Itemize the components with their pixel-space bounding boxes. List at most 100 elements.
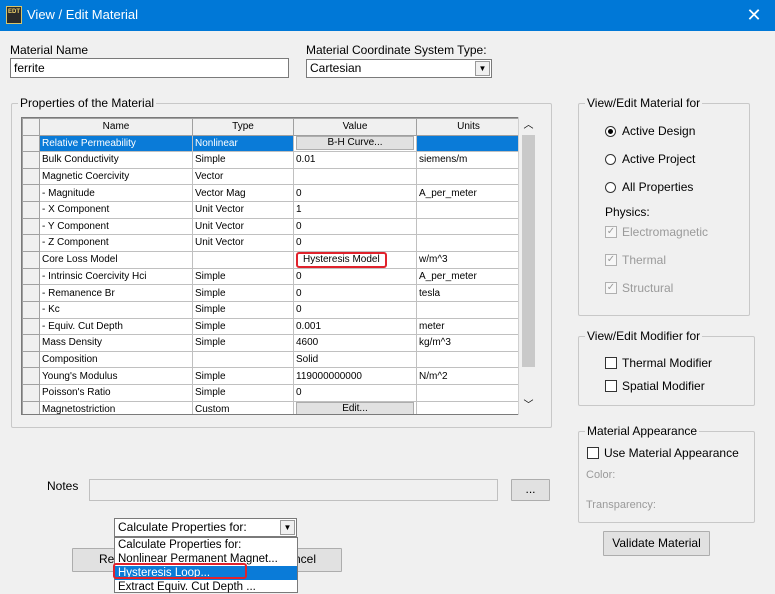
- property-type[interactable]: Vector Mag: [192, 184, 294, 202]
- property-units[interactable]: w/m^3: [416, 250, 521, 269]
- electromagnetic-checkbox[interactable]: ✓: [605, 226, 617, 238]
- property-value[interactable]: 0: [293, 217, 417, 236]
- property-type[interactable]: Nonlinear: [192, 134, 294, 153]
- property-value[interactable]: 1: [293, 200, 417, 219]
- property-value[interactable]: Hysteresis Model: [293, 250, 417, 269]
- property-units[interactable]: [416, 134, 521, 153]
- chevron-down-icon[interactable]: ▼: [280, 520, 295, 535]
- property-type[interactable]: Simple: [192, 383, 294, 402]
- property-value[interactable]: 0: [293, 234, 417, 252]
- row-selector[interactable]: [22, 367, 40, 385]
- property-type[interactable]: Unit Vector: [192, 234, 294, 252]
- property-value[interactable]: 4600: [293, 334, 417, 352]
- close-icon[interactable]: ✕: [741, 3, 767, 27]
- row-selector[interactable]: [22, 217, 40, 236]
- property-type[interactable]: Vector: [192, 167, 294, 186]
- property-units[interactable]: N/m^2: [416, 367, 521, 385]
- row-selector[interactable]: [22, 250, 40, 269]
- thermal-checkbox[interactable]: ✓: [605, 254, 617, 266]
- property-type[interactable]: Simple: [192, 300, 294, 319]
- edit-magnetostriction-button[interactable]: Edit...: [296, 402, 414, 414]
- table-row[interactable]: Core Loss Model Hysteresis Model w/m^3: [22, 250, 521, 269]
- property-value[interactable]: 119000000000: [293, 367, 417, 385]
- row-selector[interactable]: [22, 350, 40, 369]
- scroll-down-icon[interactable]: ﹀: [519, 398, 538, 415]
- property-units[interactable]: A_per_meter: [416, 267, 521, 286]
- property-name[interactable]: Poisson's Ratio: [39, 383, 193, 402]
- row-selector[interactable]: [22, 184, 40, 202]
- property-type[interactable]: Simple: [192, 317, 294, 336]
- property-name[interactable]: Magnetostriction: [39, 400, 193, 414]
- property-name[interactable]: Bulk Conductivity: [39, 151, 193, 169]
- table-row[interactable]: - Remanence Br Simple 0 tesla: [22, 284, 521, 302]
- use-appearance-label[interactable]: Use Material Appearance: [604, 446, 739, 460]
- table-row[interactable]: - Kc Simple 0: [22, 300, 521, 319]
- row-selector[interactable]: [22, 167, 40, 186]
- coordinate-system-select[interactable]: Cartesian ▼: [306, 59, 492, 78]
- property-type[interactable]: Unit Vector: [192, 217, 294, 236]
- bh-curve-button[interactable]: B-H Curve...: [296, 136, 414, 151]
- title-bar[interactable]: EDT View / Edit Material ✕: [0, 0, 775, 31]
- notes-input[interactable]: [89, 479, 498, 501]
- property-name[interactable]: Core Loss Model: [39, 250, 193, 269]
- table-row[interactable]: Magnetic Coercivity Vector: [22, 167, 521, 186]
- property-name[interactable]: - Intrinsic Coercivity Hci: [39, 267, 193, 286]
- property-units[interactable]: tesla: [416, 284, 521, 302]
- property-type[interactable]: Simple: [192, 151, 294, 169]
- property-value[interactable]: 0: [293, 383, 417, 402]
- dropdown-option[interactable]: Extract Equiv. Cut Depth ...: [115, 580, 297, 594]
- active-project-label[interactable]: Active Project: [622, 152, 695, 166]
- row-selector[interactable]: [22, 334, 40, 352]
- property-name[interactable]: - Kc: [39, 300, 193, 319]
- thermal-modifier-checkbox[interactable]: [605, 357, 617, 369]
- property-value[interactable]: 0.001: [293, 317, 417, 336]
- material-name-input[interactable]: ferrite: [10, 58, 289, 78]
- property-type[interactable]: [192, 250, 294, 269]
- property-name[interactable]: Young's Modulus: [39, 367, 193, 385]
- table-row[interactable]: Composition Solid: [22, 350, 521, 369]
- table-row[interactable]: - Magnitude Vector Mag 0 A_per_meter: [22, 184, 521, 202]
- property-value[interactable]: 0: [293, 300, 417, 319]
- thermal-modifier-label[interactable]: Thermal Modifier: [622, 356, 712, 370]
- property-type[interactable]: Unit Vector: [192, 200, 294, 219]
- table-row[interactable]: Relative Permeability Nonlinear B-H Curv…: [22, 134, 521, 153]
- row-selector[interactable]: [22, 234, 40, 252]
- row-selector[interactable]: [22, 317, 40, 336]
- property-value[interactable]: [293, 167, 417, 186]
- spatial-modifier-checkbox[interactable]: [605, 380, 617, 392]
- row-selector[interactable]: [22, 284, 40, 302]
- spatial-modifier-label[interactable]: Spatial Modifier: [622, 379, 705, 393]
- table-row[interactable]: Young's Modulus Simple 119000000000 N/m^…: [22, 367, 521, 385]
- property-units[interactable]: A_per_meter: [416, 184, 521, 202]
- property-value[interactable]: 0: [293, 267, 417, 286]
- table-row[interactable]: - Y Component Unit Vector 0: [22, 217, 521, 236]
- property-units[interactable]: [416, 350, 521, 369]
- property-value[interactable]: B-H Curve...: [293, 134, 417, 153]
- chevron-down-icon[interactable]: ▼: [475, 61, 490, 76]
- column-header-type[interactable]: Type: [192, 118, 294, 136]
- row-selector[interactable]: [22, 134, 40, 153]
- property-value[interactable]: 0: [293, 284, 417, 302]
- property-type[interactable]: [192, 350, 294, 369]
- table-row[interactable]: Magnetostriction Custom Edit...: [22, 400, 521, 414]
- table-row[interactable]: - Z Component Unit Vector 0: [22, 234, 521, 252]
- property-name[interactable]: - Remanence Br: [39, 284, 193, 302]
- validate-material-button[interactable]: Validate Material: [603, 531, 710, 556]
- property-name[interactable]: Composition: [39, 350, 193, 369]
- table-row[interactable]: Poisson's Ratio Simple 0: [22, 383, 521, 402]
- calculate-properties-select[interactable]: Calculate Properties for: ▼: [114, 518, 297, 537]
- property-value[interactable]: Edit...: [293, 400, 417, 414]
- property-name[interactable]: - X Component: [39, 200, 193, 219]
- property-units[interactable]: [416, 217, 521, 236]
- scrollbar-thumb[interactable]: [522, 135, 535, 367]
- structural-checkbox[interactable]: ✓: [605, 282, 617, 294]
- notes-browse-button[interactable]: ...: [511, 479, 550, 501]
- row-selector[interactable]: [22, 267, 40, 286]
- property-units[interactable]: [416, 383, 521, 402]
- property-name[interactable]: - Equiv. Cut Depth: [39, 317, 193, 336]
- scroll-up-icon[interactable]: ︿: [519, 117, 538, 134]
- table-row[interactable]: - Equiv. Cut Depth Simple 0.001 meter: [22, 317, 521, 336]
- all-properties-radio[interactable]: [605, 182, 616, 193]
- property-value[interactable]: Solid: [293, 350, 417, 369]
- column-header-value[interactable]: Value: [293, 118, 417, 136]
